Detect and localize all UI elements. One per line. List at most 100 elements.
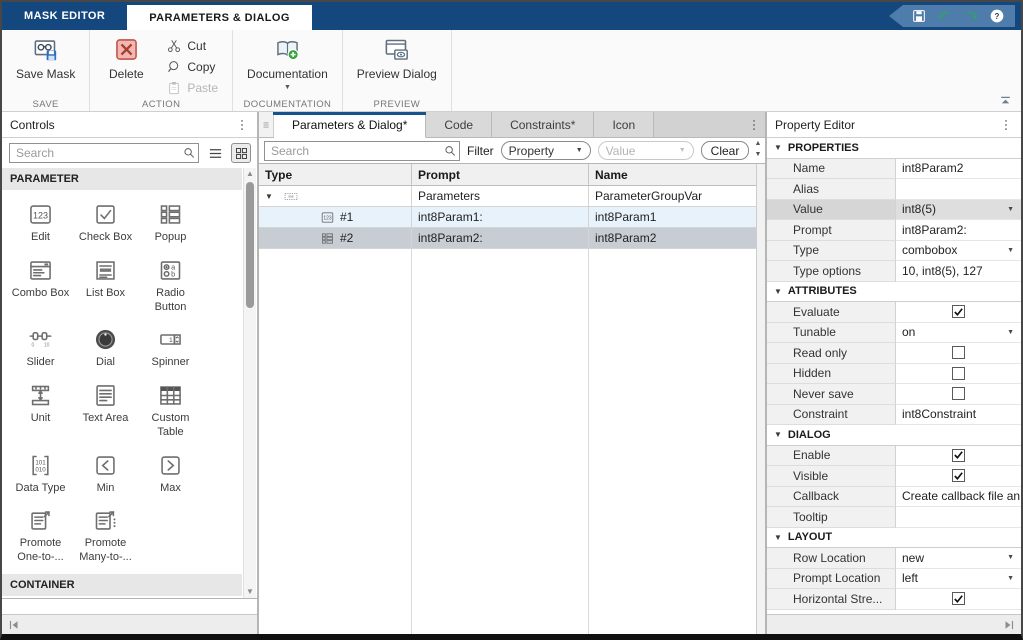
prop-type-value[interactable]: combobox▼ <box>896 241 1021 262</box>
palette-item-combo-box[interactable]: Combo Box <box>8 248 73 318</box>
palette-item-radio-button[interactable]: abRadio Button <box>138 248 203 318</box>
tab-constraints[interactable]: Constraints* <box>492 112 594 137</box>
checkbox-checked-icon[interactable] <box>952 592 965 605</box>
property-section-dialog[interactable]: ▼DIALOG <box>767 425 1021 446</box>
list-view-button[interactable] <box>205 143 225 163</box>
tabstrip-grip[interactable] <box>259 112 274 137</box>
prop-tooltip-value[interactable] <box>896 507 1021 528</box>
checkbox-checked-icon[interactable] <box>952 469 965 482</box>
preview-dialog-button[interactable]: Preview Dialog <box>353 34 441 97</box>
property-section-attributes[interactable]: ▼ATTRIBUTES <box>767 282 1021 303</box>
help-icon[interactable]: ? <box>989 8 1005 24</box>
collapse-left-icon[interactable] <box>7 618 21 632</box>
prop-enable-checkbox[interactable] <box>896 446 1021 467</box>
prop-read-only-checkbox[interactable] <box>896 343 1021 364</box>
ribbon-group-documentation: Documentation ▼ DOCUMENTATION <box>233 30 343 111</box>
palette-item-custom-table[interactable]: Custom Table <box>138 373 203 443</box>
table-row[interactable]: ▼123#1int8Param1:int8Param1 <box>259 207 765 228</box>
table-row[interactable]: ▼ParametersParameterGroupVar <box>259 186 765 207</box>
palette-item-spinner[interactable]: 1Spinner <box>138 317 203 373</box>
palette-item-data-type[interactable]: 101010Data Type <box>8 443 73 499</box>
palette-item-slider[interactable]: 010Slider <box>8 317 73 373</box>
scrollbar-thumb[interactable] <box>246 182 254 308</box>
palette-item-label: Dial <box>96 356 115 370</box>
undo-icon[interactable] <box>937 8 953 24</box>
property-label: Type options <box>767 261 896 282</box>
clear-button[interactable]: Clear <box>701 141 750 160</box>
grid-view-button[interactable] <box>231 143 251 163</box>
tab-code[interactable]: Code <box>426 112 492 137</box>
paste-button[interactable]: Paste <box>162 78 222 97</box>
controls-search-input[interactable] <box>9 143 199 163</box>
controls-menu-icon[interactable] <box>235 116 249 134</box>
scroll-down-icon[interactable]: ▼ <box>244 586 256 598</box>
palette-item-check-box[interactable]: Check Box <box>73 192 138 248</box>
prop-callback-value[interactable]: Create callback file an... <box>896 487 1021 508</box>
column-header-type[interactable]: Type <box>259 164 412 185</box>
property-editor-menu-icon[interactable] <box>999 116 1013 134</box>
toolstrip-tab-parameters-dialog[interactable]: PARAMETERS & DIALOG <box>127 5 312 30</box>
checkbox-checked-icon[interactable] <box>952 305 965 318</box>
prop-prompt-value[interactable]: int8Param2: <box>896 220 1021 241</box>
prop-hidden-checkbox[interactable] <box>896 364 1021 385</box>
filter-value-dropdown[interactable]: Value ▼ <box>598 141 694 160</box>
prop-value-value[interactable]: int8(5)▼ <box>896 200 1021 221</box>
tab-parameters-dialog[interactable]: Parameters & Dialog* <box>274 112 426 138</box>
palette-item-popup[interactable]: Popup <box>138 192 203 248</box>
save-mask-button[interactable]: Save Mask <box>12 34 79 97</box>
prop-alias-value[interactable] <box>896 179 1021 200</box>
main-area: Controls PARAMETER123EditCheck BoxPopupC… <box>2 112 1021 634</box>
spinner-up-icon[interactable]: ▲ <box>752 139 764 148</box>
collapse-ribbon-icon[interactable] <box>998 93 1013 108</box>
checkbox-checked-icon[interactable] <box>952 449 965 462</box>
palette-item-dial[interactable]: Dial <box>73 317 138 373</box>
spinner-down-icon[interactable]: ▼ <box>752 150 764 159</box>
table-scrollbar-track[interactable] <box>756 164 765 634</box>
column-header-name[interactable]: Name <box>589 164 765 185</box>
toolstrip-tab-mask-editor[interactable]: MASK EDITOR <box>2 2 127 30</box>
save-icon[interactable] <box>911 8 927 24</box>
palette-scrollbar[interactable]: ▲ ▼ <box>243 168 256 598</box>
prop-name-value[interactable]: int8Param2 <box>896 159 1021 180</box>
prop-constraint-value[interactable]: int8Constraint <box>896 405 1021 426</box>
prop-type-options-value[interactable]: 10, int8(5), 127 <box>896 261 1021 282</box>
prop-never-save-checkbox[interactable] <box>896 384 1021 405</box>
checkbox-unchecked-icon[interactable] <box>952 346 965 359</box>
prop-prompt-location-value[interactable]: left▼ <box>896 569 1021 590</box>
column-header-prompt[interactable]: Prompt <box>412 164 589 185</box>
table-header-row: Type Prompt Name <box>259 164 765 186</box>
palette-item-text-area[interactable]: Text Area <box>73 373 138 443</box>
prop-horizontal-stre-checkbox[interactable] <box>896 589 1021 610</box>
scroll-up-icon[interactable]: ▲ <box>244 168 256 180</box>
property-section-layout[interactable]: ▼LAYOUT <box>767 528 1021 549</box>
palette-item-edit[interactable]: 123Edit <box>8 192 73 248</box>
checkbox-unchecked-icon[interactable] <box>952 387 965 400</box>
table-search-input[interactable] <box>264 141 460 161</box>
palette-item-max[interactable]: Max <box>138 443 203 499</box>
prop-visible-checkbox[interactable] <box>896 466 1021 487</box>
table-row[interactable]: ▼#2int8Param2:int8Param2 <box>259 228 765 249</box>
tab-icon[interactable]: Icon <box>594 112 654 137</box>
palette-item-list-box[interactable]: List Box <box>73 248 138 318</box>
copy-button[interactable]: Copy <box>162 58 222 77</box>
prop-tunable-value[interactable]: on▼ <box>896 323 1021 344</box>
palette-item-unit[interactable]: Unit <box>8 373 73 443</box>
filter-row: Filter Property ▼ Value ▼ Clear ▲ ▼ <box>259 138 765 163</box>
palette-section-header-parameter[interactable]: PARAMETER <box>2 168 242 190</box>
property-section-properties[interactable]: ▼PROPERTIES <box>767 138 1021 159</box>
prop-row-location-value[interactable]: new▼ <box>896 548 1021 569</box>
palette-section-header-container[interactable]: CONTAINER <box>2 574 242 596</box>
delete-button[interactable]: Delete <box>100 34 152 97</box>
redo-icon[interactable] <box>963 8 979 24</box>
tree-expander-icon[interactable]: ▼ <box>265 192 275 201</box>
filter-property-dropdown[interactable]: Property ▼ <box>501 141 591 160</box>
cut-button[interactable]: Cut <box>162 37 222 56</box>
palette-item-promote-many-to[interactable]: Promote Many-to-... <box>73 498 138 568</box>
checkbox-unchecked-icon[interactable] <box>952 367 965 380</box>
collapse-right-icon[interactable] <box>1002 618 1016 632</box>
documentation-button[interactable]: Documentation ▼ <box>243 34 332 97</box>
palette-item-promote-one-to[interactable]: Promote One-to-... <box>8 498 73 568</box>
tabstrip-menu-icon[interactable] <box>747 116 761 134</box>
prop-evaluate-checkbox[interactable] <box>896 302 1021 323</box>
palette-item-min[interactable]: Min <box>73 443 138 499</box>
